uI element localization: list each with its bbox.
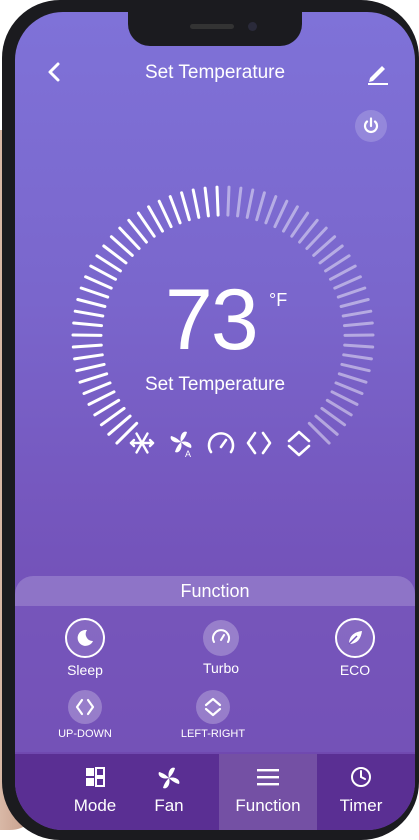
front-camera: [248, 22, 257, 31]
tab-mode-label: Mode: [73, 796, 117, 815]
dial-tick-active: [203, 186, 210, 218]
dial-tick-inactive: [282, 205, 299, 233]
dial-tick-active: [215, 185, 220, 217]
phone-notch: [128, 12, 302, 46]
dial-tick-inactive: [340, 362, 371, 373]
swing-leftright-icon: [287, 430, 311, 457]
dial-tick-inactive: [342, 353, 373, 361]
tab-function-label: Function: [235, 796, 301, 815]
dial-tick-inactive: [264, 195, 278, 225]
up-down-circle: [68, 690, 102, 724]
sleep-circle: [65, 618, 105, 658]
swing-updown-icon: [246, 431, 272, 455]
eco-button[interactable]: ECO: [315, 618, 395, 678]
dial-tick-inactive: [255, 191, 266, 222]
mode-icon: [86, 767, 105, 787]
fan-auto-icon: A: [170, 431, 192, 458]
app-screen: Set Temperature 73 °F Set Temperature A …: [15, 12, 415, 830]
dial-tick-inactive: [336, 286, 367, 299]
dial-tick-active: [157, 199, 173, 229]
tab-function[interactable]: Function: [219, 754, 317, 830]
menu-icon: [257, 769, 279, 786]
dial-tick-active: [73, 309, 105, 318]
temperature-unit: °F: [269, 290, 288, 310]
gauge-icon: [212, 629, 230, 643]
dial-tick-inactive: [339, 298, 370, 308]
tab-fan-label: Fan: [154, 796, 184, 815]
moon-icon: [77, 629, 93, 646]
dial-tick-inactive: [245, 188, 255, 219]
left-right-circle: [196, 690, 230, 724]
turbo-button[interactable]: Turbo: [181, 618, 261, 676]
leaf-icon: [348, 631, 362, 645]
temperature-label: Set Temperature: [144, 374, 286, 395]
dial-tick-active: [180, 191, 191, 222]
dial-tick-active: [191, 188, 201, 219]
swing-leftright-icon: [204, 697, 222, 717]
dial-tick-inactive: [333, 275, 362, 290]
eco-circle: [335, 618, 375, 658]
sleep-button[interactable]: Sleep: [45, 618, 125, 678]
dial-tick-active: [136, 211, 156, 238]
dial-tick-inactive: [324, 254, 351, 273]
dial-tick-active: [73, 353, 104, 361]
clock-icon: [351, 767, 371, 787]
dial-tick-inactive: [226, 185, 231, 217]
tab-timer-label: Timer: [339, 796, 383, 815]
snowflake-icon: [129, 432, 155, 454]
function-panel-title: Function: [15, 576, 415, 606]
dial-tick-active: [147, 205, 164, 233]
dial-tick-inactive: [343, 343, 375, 349]
status-icons: A: [129, 430, 311, 458]
dial-tick-active: [79, 286, 110, 299]
turbo-gauge-icon: [207, 432, 235, 454]
left-right-button[interactable]: LEFT-RIGHT: [173, 690, 253, 740]
dial-tick-inactive: [329, 264, 357, 281]
eco-label: ECO: [339, 662, 371, 678]
dial-tick-inactive: [325, 398, 353, 417]
turbo-label: Turbo: [202, 660, 240, 676]
dial-tick-active: [76, 298, 107, 308]
svg-text:A: A: [185, 449, 191, 458]
dial-tick-inactive: [341, 309, 373, 318]
turbo-circle: [203, 620, 239, 656]
dial-tick-active: [72, 321, 103, 328]
dial-tick-active: [75, 362, 106, 373]
left-right-label: LEFT-RIGHT: [180, 728, 246, 740]
function-panel: Function Sleep Turbo ECO UP-DOWN LEFT-RI…: [15, 576, 415, 752]
fan-icon: [158, 767, 180, 789]
sleep-label: Sleep: [67, 662, 103, 678]
speaker-grille: [190, 24, 234, 29]
swing-updown-icon: [75, 698, 95, 716]
up-down-label: UP-DOWN: [58, 728, 112, 740]
dial-tick-inactive: [290, 211, 310, 238]
dial-tick-inactive: [343, 321, 374, 328]
dial-tick-inactive: [273, 199, 289, 229]
tab-fan[interactable]: Fan: [129, 754, 209, 830]
dial-tick-active: [95, 254, 122, 273]
dial-tick-active: [84, 275, 113, 290]
temperature-value: 73: [165, 272, 259, 368]
dial-tick-active: [71, 343, 103, 349]
dial-tick-active: [93, 398, 121, 417]
dial-tick-inactive: [236, 186, 243, 218]
dial-tick-active: [168, 195, 182, 225]
bottom-tab-bar: Mode Fan Function Timer: [15, 754, 415, 830]
tab-mode[interactable]: Mode: [55, 754, 135, 830]
phone-frame: Set Temperature 73 °F Set Temperature A …: [2, 0, 419, 840]
tab-timer[interactable]: Timer: [321, 754, 401, 830]
dial-tick-active: [89, 264, 117, 281]
up-down-button[interactable]: UP-DOWN: [45, 690, 125, 740]
